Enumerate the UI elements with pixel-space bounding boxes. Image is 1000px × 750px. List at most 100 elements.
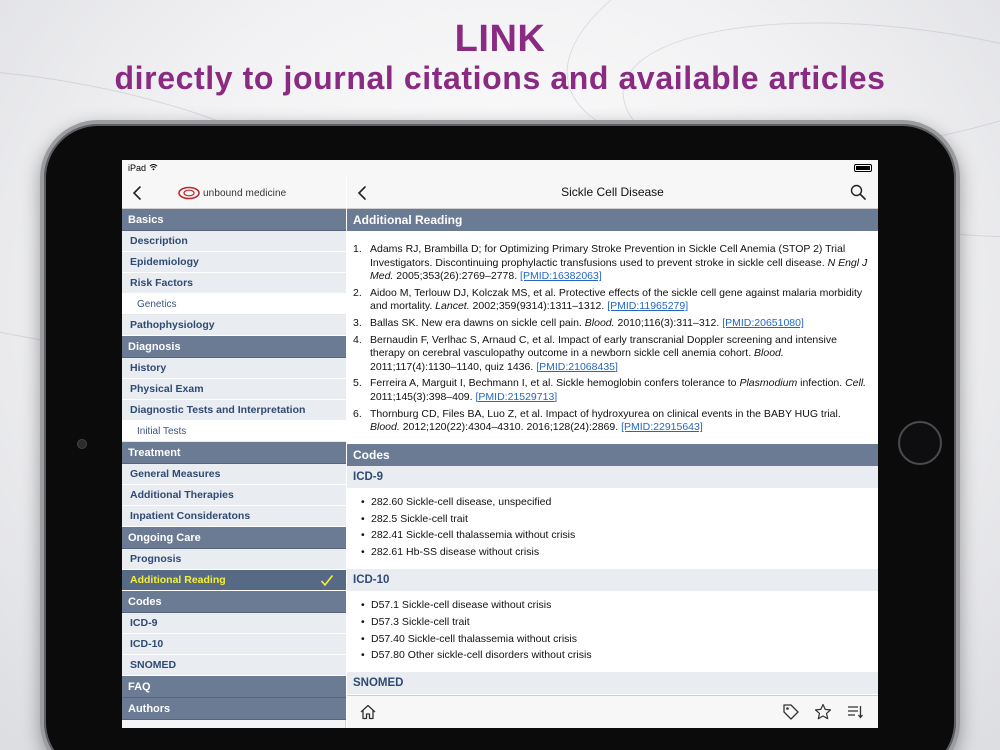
ipad-home-button[interactable] [898,421,942,465]
code-item: D57.40 Sickle-cell thalassemia without c… [361,631,878,648]
sidebar-item-label: Inpatient Consideratons [130,510,251,522]
sidebar-item-prognosis[interactable]: Prognosis [122,549,346,570]
tag-icon[interactable] [782,703,800,721]
sidebar-item-icd-9[interactable]: ICD-9 [122,613,346,634]
sidebar-section-treatment[interactable]: Treatment [122,442,346,464]
search-icon[interactable] [850,184,866,200]
sidebar-item-label: General Measures [130,468,221,480]
pmid-link[interactable]: [PMID:22915643] [621,421,703,433]
code-item: D57.80 Other sickle-cell disorders witho… [361,647,878,664]
reference-text: Adams RJ, Brambilla D; for Optimizing Pr… [370,243,868,284]
sidebar-item-label: Risk Factors [130,277,194,289]
unbound-medicine-logo: unbound medicine [178,185,286,201]
sidebar-item-description[interactable]: Description [122,231,346,252]
sidebar-item-label: Genetics [137,299,177,310]
sidebar-section-ongoing-care[interactable]: Ongoing Care [122,527,346,549]
citation-text: 2005;353(26):2769–2778. [393,270,521,283]
citation-text: 2002;359(9314):1311–1312. [469,300,608,313]
sidebar-item-label: Basics [128,214,164,226]
reference-item: 2. Aidoo M, Terlouw DJ, Kolczak MS, et al… [353,287,868,314]
reference-text: Ballas SK. New era dawns on sickle cell … [370,317,868,331]
code-item: D57.3 Sickle-cell trait [361,614,878,631]
reference-text: Thornburg CD, Files BA, Luo Z, et al. Im… [370,408,868,435]
code-group-heading-icd-9: ICD-9 [347,465,878,488]
sidebar-section-faq[interactable]: FAQ [122,676,346,698]
status-bar: iPad [122,160,878,176]
reference-text: Aidoo M, Terlouw DJ, Kolczak MS, et al. … [370,287,868,314]
reference-text: Bernaudin F, Verlhac S, Arnaud C, et al.… [370,334,868,375]
back-icon[interactable] [128,182,148,204]
sidebar-item-label: Description [130,235,188,247]
detail-navbar: Sickle Cell Disease [347,176,878,209]
list-icon[interactable] [846,703,864,721]
device-label: iPad [128,163,147,173]
sidebar-item-physical-exam[interactable]: Physical Exam [122,379,346,400]
sidebar-item-label: Physical Exam [130,383,204,395]
journal-name: Cell. [845,377,867,390]
topic-detail: Sickle Cell Disease Additional Reading 1… [347,176,878,728]
sidebar-item-icd-10[interactable]: ICD-10 [122,634,346,655]
sidebar-item-label: FAQ [128,681,151,693]
logo-mark-icon [178,186,200,200]
sidebar-item-risk-factors[interactable]: Risk Factors [122,273,346,294]
citation-text: Ferreira A, Marguit I, Bechmann I, et al… [370,377,740,390]
topic-menu: Basics Description Epidemiology Risk Factor… [122,209,346,720]
sidebar-item-inpatient-consideratons[interactable]: Inpatient Consideratons [122,506,346,527]
reference-number: 1. [353,243,362,255]
code-item: 282.61 Hb-SS disease without crisis [361,544,878,561]
sidebar-section-basics[interactable]: Basics [122,209,346,231]
page-title: Sickle Cell Disease [561,185,664,199]
pmid-link[interactable]: [PMID:11965279] [607,300,688,312]
home-icon[interactable] [359,703,377,721]
code-list: D57.1 Sickle-cell disease without crisis… [347,591,878,672]
pmid-link[interactable]: [PMID:21068435] [536,361,618,373]
reference-number: 4. [353,333,362,346]
sidebar-item-label: Additional Therapies [130,489,234,501]
sidebar-item-general-measures[interactable]: General Measures [122,464,346,485]
sidebar-navbar: unbound medicine [122,176,346,209]
sidebar-item-label: Authors [128,703,171,715]
sidebar-item-history[interactable]: History [122,358,346,379]
sidebar-item-label: Diagnostic Tests and Interpretation [130,404,306,416]
journal-name: Blood. [584,316,615,329]
pmid-link[interactable]: [PMID:20651080] [722,317,804,329]
sidebar-item-genetics[interactable]: Genetics [122,294,346,315]
code-group-heading-snomed: SNOMED [347,672,878,695]
citation-text: Ballas SK. New era dawns on sickle cell … [370,316,585,329]
topic-sidebar: unbound medicine Basics Description Epidem… [122,176,346,728]
battery-icon [854,164,872,172]
code-group-heading-icd-10: ICD-10 [347,568,878,591]
sidebar-item-label: SNOMED [130,659,177,671]
citation-text: 2012;120(22):4304–4310. 2016;128(24):286… [399,421,622,434]
promo-headline: LINK [454,18,546,60]
pmid-link[interactable]: [PMID:16382063] [520,270,602,282]
code-groups: ICD-9 282.60 Sickle-cell disease, unspeci… [347,465,878,695]
sidebar-item-initial-tests[interactable]: Initial Tests [122,421,346,442]
detail-content[interactable]: Additional Reading 1. Adams RJ, Brambilla… [347,209,878,695]
reference-list: 1. Adams RJ, Brambilla D; for Optimizing … [347,231,878,444]
code-item: 282.60 Sickle-cell disease, unspecified [361,494,878,511]
reference-number: 6. [353,407,362,420]
citation-text: infection. [797,377,846,390]
sidebar-item-label: ICD-9 [130,617,158,629]
journal-name: Plasmodium [739,377,798,390]
sidebar-item-label: Additional Reading [130,574,226,586]
reference-item: 5. Ferreira A, Marguit I, Bechmann I, et … [353,377,868,404]
sidebar-section-codes[interactable]: Codes [122,591,346,613]
sidebar-item-pathophysiology[interactable]: Pathophysiology [122,315,346,336]
star-icon[interactable] [814,703,832,721]
sidebar-item-additional-reading[interactable]: Additional Reading [122,570,346,591]
sidebar-item-label: Initial Tests [137,426,187,437]
sidebar-section-diagnosis[interactable]: Diagnosis [122,336,346,358]
reference-number: 2. [353,286,362,299]
reference-number: 3. [353,316,362,329]
sidebar-item-label: Ongoing Care [128,532,201,544]
sidebar-section-authors[interactable]: Authors [122,698,346,720]
pmid-link[interactable]: [PMID:21529713] [475,391,557,403]
sidebar-item-snomed[interactable]: SNOMED [122,655,346,676]
sidebar-item-label: Diagnosis [128,341,181,353]
citation-text: 2011;145(3):398–409. [370,390,476,403]
sidebar-item-additional-therapies[interactable]: Additional Therapies [122,485,346,506]
sidebar-item-epidemiology[interactable]: Epidemiology [122,252,346,273]
sidebar-item-diagnostic-tests-and-interpretation[interactable]: Diagnostic Tests and Interpretation [122,400,346,421]
